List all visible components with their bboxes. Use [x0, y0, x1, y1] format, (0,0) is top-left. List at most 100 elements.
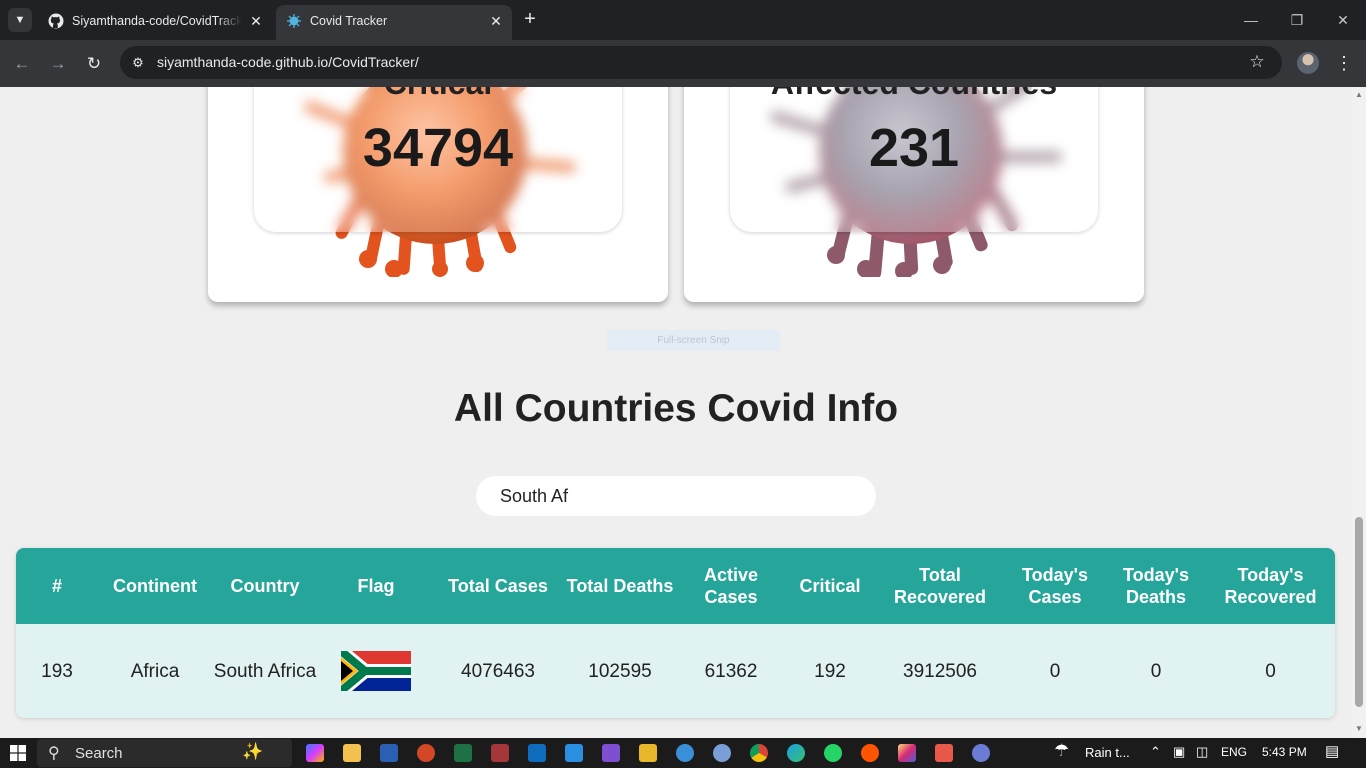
site-settings-icon[interactable]: ⚙ [128, 53, 148, 73]
tab-title: Covid Tracker [310, 14, 388, 28]
scroll-down-arrow-icon[interactable]: ▼ [1355, 725, 1363, 733]
cell-critical: 192 [814, 660, 846, 682]
power-bi-icon[interactable] [639, 744, 657, 762]
scrollbar-thumb[interactable] [1355, 517, 1363, 707]
column-header: # [51, 576, 62, 596]
stat-value: 34794 [362, 118, 514, 178]
language-indicator[interactable]: ENG [1221, 745, 1247, 759]
column-header: Total Deaths [566, 576, 674, 596]
stat-card-affected-countries: Affected Countries 231 [684, 87, 1144, 302]
reload-icon[interactable]: ↻ [80, 50, 108, 78]
app-icon[interactable] [972, 744, 990, 762]
outlook-icon[interactable] [528, 744, 546, 762]
clock[interactable]: 5:43 PM [1262, 745, 1307, 759]
cell-total-deaths: 102595 [588, 660, 652, 682]
github-icon [48, 13, 64, 29]
browser-tab-bar: ▼ Siyamthanda-code/CovidTracker ✕ Covid … [0, 0, 1366, 40]
camera-icon[interactable]: ▣ [1173, 744, 1185, 760]
url-text[interactable]: siyamthanda-code.github.io/CovidTracker/ [157, 54, 419, 70]
tab-title: Siyamthanda-code/CovidTracker [72, 14, 242, 28]
stat-label: Affected Countries [730, 87, 1098, 102]
cell-today-deaths: 0 [1150, 660, 1162, 682]
cell-rank: 193 [41, 660, 73, 682]
r-app-icon[interactable] [713, 744, 731, 762]
copilot-sparkle-icon: ✨ [242, 742, 264, 761]
browser-toolbar: ← → ↻ ⚙ siyamthanda-code.github.io/Covid… [0, 40, 1366, 87]
bookmark-star-icon[interactable]: ☆ [1246, 51, 1268, 73]
column-header: Continent [113, 576, 197, 596]
tray-chevron-up-icon[interactable]: ⌃ [1150, 744, 1161, 760]
cell-flag [318, 624, 434, 718]
cell-total-recovered: 3912506 [903, 660, 977, 682]
forward-arrow-icon[interactable]: → [44, 50, 72, 78]
git-tool-icon[interactable] [935, 744, 953, 762]
instagram-icon[interactable] [898, 744, 916, 762]
stat-panel: Critical 34794 [254, 87, 622, 232]
edge-icon[interactable] [787, 744, 805, 762]
restore-icon[interactable]: ❐ [1274, 6, 1320, 34]
edge-legacy-icon[interactable] [676, 744, 694, 762]
file-explorer-icon[interactable] [343, 744, 361, 762]
tab-search-chevron-icon[interactable]: ▼ [8, 8, 32, 32]
window-close-icon[interactable]: ✕ [1320, 6, 1366, 34]
rain-weather-icon[interactable]: ☂ [1054, 741, 1069, 761]
column-header: Flag [357, 576, 395, 596]
visual-studio-icon[interactable] [602, 744, 620, 762]
copilot-app-icon[interactable] [306, 744, 324, 762]
profile-avatar[interactable] [1297, 52, 1319, 74]
cell-active-cases: 61362 [704, 660, 758, 682]
virus-favicon-icon [287, 14, 301, 28]
battery-icon[interactable]: ◫ [1196, 744, 1208, 760]
column-header: Today's Recovered [1224, 565, 1317, 607]
notifications-icon[interactable]: ▤ [1325, 742, 1339, 760]
address-bar[interactable]: ⚙ siyamthanda-code.github.io/CovidTracke… [120, 46, 1282, 79]
powerpoint-icon[interactable] [417, 744, 435, 762]
cell-total-cases: 4076463 [461, 660, 535, 682]
windows-taskbar: ⚲ Search ✨ ☂ Rain t... ⌃ ▣ ◫ ENG 5:43 PM… [0, 738, 1366, 768]
full-screen-snip-overlay[interactable]: Full-screen Snip [607, 330, 780, 351]
browser-menu-icon[interactable]: ⋮ [1334, 50, 1354, 76]
access-icon[interactable] [491, 744, 509, 762]
excel-icon[interactable] [454, 744, 472, 762]
column-header: Country [230, 576, 300, 596]
windows-start-icon[interactable] [10, 745, 26, 761]
soundcloud-icon[interactable] [861, 744, 879, 762]
vscode-icon[interactable] [565, 744, 583, 762]
new-tab-plus-icon[interactable]: + [518, 8, 542, 32]
tab-github[interactable]: Siyamthanda-code/CovidTracker ✕ [38, 5, 272, 40]
page-scrollbar[interactable]: ▲ ▼ [1352, 87, 1366, 738]
close-tab-icon[interactable]: ✕ [248, 13, 264, 29]
close-tab-icon[interactable]: ✕ [488, 13, 504, 29]
cell-today-recovered: 0 [1265, 660, 1276, 682]
taskbar-search-placeholder: Search [75, 745, 123, 762]
column-header: Active Cases [703, 565, 759, 607]
cell-today-cases: 0 [1049, 660, 1061, 682]
column-header: Total Recovered [893, 565, 987, 607]
minimize-icon[interactable]: — [1228, 6, 1274, 34]
page-title: All Countries Covid Info [453, 387, 899, 430]
scroll-up-arrow-icon[interactable]: ▲ [1355, 91, 1363, 99]
column-header: Total Cases [448, 576, 548, 596]
column-header: Today's Deaths [1123, 565, 1189, 607]
table-header-row: # Continent Country Flag Total Cases Tot… [16, 548, 1335, 624]
country-search-input[interactable] [476, 476, 876, 516]
taskbar-search-box[interactable]: ⚲ Search ✨ [37, 739, 292, 767]
back-arrow-icon[interactable]: ← [8, 50, 36, 78]
stat-panel: Affected Countries 231 [730, 87, 1098, 232]
column-header: Today's Cases [1022, 565, 1088, 607]
cell-country: South Africa [213, 660, 317, 682]
whatsapp-icon[interactable] [824, 744, 842, 762]
chrome-icon[interactable] [750, 744, 768, 762]
stat-card-critical: Critical 34794 [208, 87, 668, 302]
cell-continent: Africa [130, 660, 180, 682]
search-icon: ⚲ [48, 745, 60, 762]
weather-text[interactable]: Rain t... [1085, 745, 1130, 760]
tab-covid-tracker[interactable]: Covid Tracker ✕ [276, 5, 512, 40]
table-row: 193 Africa South Africa 4076463 102595 6… [16, 624, 1335, 718]
page-viewport: Critical 34794 [0, 87, 1352, 738]
countries-table: # Continent Country Flag Total Cases Tot… [16, 548, 1335, 718]
south-africa-flag-icon [341, 651, 411, 691]
word-icon[interactable] [380, 744, 398, 762]
stat-label: Critical [254, 87, 622, 102]
column-header: Critical [799, 576, 861, 596]
